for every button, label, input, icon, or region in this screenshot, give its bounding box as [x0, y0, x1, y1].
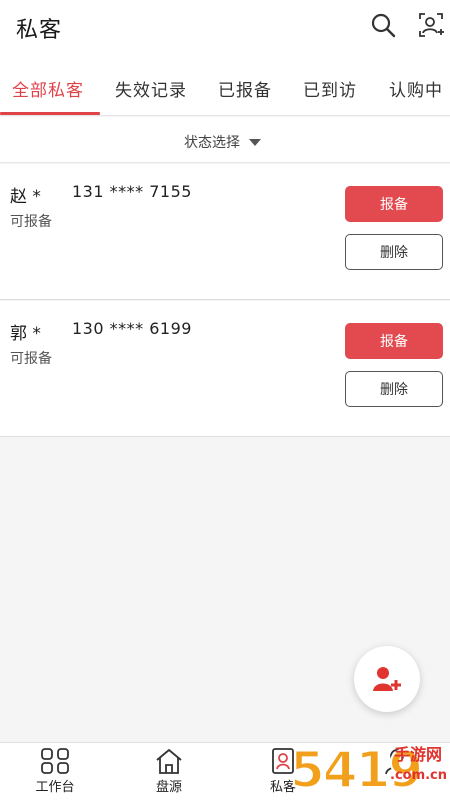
tab-reported[interactable]: 已报备 — [218, 76, 272, 101]
nav-listings[interactable]: 盘源 — [134, 747, 204, 799]
home-icon — [156, 749, 182, 774]
customer-list: 赵 * 131 **** 7155 可报备 报备 删除 郭 * 130 ****… — [0, 164, 450, 438]
report-button[interactable]: 报备 — [345, 186, 443, 222]
delete-button[interactable]: 删除 — [345, 371, 443, 407]
grid-icon — [41, 748, 69, 774]
add-customer-button[interactable] — [354, 646, 420, 712]
add-contact-icon[interactable] — [416, 10, 446, 40]
status-filter-label: 状态选择 — [184, 135, 240, 151]
report-button[interactable]: 报备 — [345, 323, 443, 359]
add-user-icon — [373, 667, 401, 691]
search-icon[interactable] — [368, 10, 398, 40]
nav-label: 工作台 — [35, 780, 75, 795]
app-header: 私客 — [0, 0, 450, 58]
customer-phone: 131 **** 7155 — [72, 182, 192, 201]
tab-invalid-records[interactable]: 失效记录 — [115, 76, 187, 101]
customer-card: 赵 * 131 **** 7155 可报备 报备 删除 — [0, 164, 450, 300]
nav-workbench[interactable]: 工作台 — [20, 747, 90, 799]
active-tab-indicator — [0, 112, 100, 115]
customer-name: 赵 * — [10, 187, 41, 207]
customer-name: 郭 * — [10, 324, 41, 344]
tab-visited[interactable]: 已到访 — [303, 76, 357, 101]
tab-all[interactable]: 全部私客 — [12, 76, 84, 101]
status-filter[interactable]: 状态选择 — [0, 117, 450, 163]
customer-status: 可报备 — [10, 214, 52, 230]
tab-subscribing[interactable]: 认购中 — [389, 76, 443, 101]
watermark-line1: 手游网 — [394, 745, 443, 764]
nav-label: 盘源 — [155, 780, 182, 795]
site-watermark: 5419 手游网 .com.cn — [289, 740, 450, 800]
customer-status: 可报备 — [10, 351, 52, 367]
caret-down-icon — [249, 139, 261, 146]
page-title: 私客 — [16, 18, 63, 43]
customer-card: 郭 * 130 **** 6199 可报备 报备 删除 — [0, 301, 450, 437]
watermark-line2: .com.cn — [390, 768, 448, 783]
tab-bar: 全部私客 失效记录 已报备 已到访 认购中 — [0, 58, 450, 116]
delete-button[interactable]: 删除 — [345, 234, 443, 270]
customer-phone: 130 **** 6199 — [72, 319, 192, 338]
